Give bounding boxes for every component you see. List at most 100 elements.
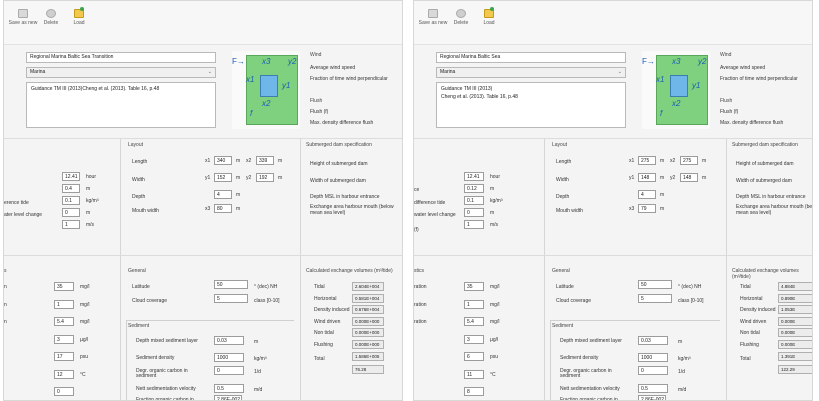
water-quality-input[interactable]: 11: [464, 369, 484, 379]
calc-output: 2.604E+004: [352, 282, 384, 291]
layout-unit: m: [660, 175, 665, 181]
delete-button[interactable]: Delete: [446, 1, 476, 31]
delete-icon: [456, 9, 466, 18]
water-quality-input[interactable]: 0: [54, 387, 74, 396]
cloud-label: Cloud coverage: [556, 298, 592, 304]
flush-header: Flush: [310, 98, 323, 104]
save-button[interactable]: Save as new: [418, 1, 448, 31]
layout-unit: m: [702, 158, 707, 164]
tide-input[interactable]: 0.1: [62, 196, 80, 205]
water-quality-input[interactable]: 17: [54, 352, 74, 361]
latitude-input[interactable]: 50: [638, 280, 672, 289]
save-button[interactable]: Save as new: [8, 1, 38, 31]
layout-x2-input[interactable]: 275: [680, 156, 698, 165]
reference-textarea[interactable]: Guidance TM III (2013)Cheng et al. (2013…: [26, 82, 216, 128]
layout-x3-input[interactable]: 79: [638, 204, 656, 213]
tide-label: ater level change: [4, 212, 43, 218]
cloud-unit: class [0-10]: [678, 298, 704, 304]
type-select[interactable]: Marina ⌄: [26, 67, 216, 78]
flush-item: Max. density difference flush: [310, 120, 374, 126]
sediment-input[interactable]: 1000: [638, 353, 668, 362]
sediment-input[interactable]: 1000: [214, 353, 244, 362]
layout-y2-input[interactable]: 192: [256, 173, 274, 182]
tide-input[interactable]: 12.41: [464, 172, 484, 181]
cloud-input[interactable]: 5: [638, 294, 672, 303]
sediment-input[interactable]: 2.86E-002: [214, 395, 242, 400]
load-button[interactable]: Load: [474, 1, 504, 31]
layout-x1-input[interactable]: 275: [638, 156, 656, 165]
tide-input[interactable]: 0.4: [62, 184, 80, 193]
water-quality-input[interactable]: 12: [54, 369, 74, 379]
tide-input[interactable]: 0: [464, 208, 484, 217]
save-label: Save as new: [418, 20, 448, 26]
folder-icon: [484, 7, 494, 18]
submerged-header: Submerged dam specification: [306, 142, 372, 148]
diagram-x2: x2: [672, 99, 681, 108]
cloud-input[interactable]: 5: [214, 294, 248, 303]
tide-input[interactable]: 1: [62, 220, 80, 229]
water-quality-input[interactable]: 3: [464, 334, 484, 344]
layout-y1-input[interactable]: 152: [214, 173, 232, 182]
tide-input[interactable]: 0.1: [464, 196, 484, 205]
water-quality-input[interactable]: 8: [464, 387, 484, 396]
water-quality-input[interactable]: 5.4: [54, 317, 74, 326]
sediment-label: Depth mixed sediment layer: [136, 338, 198, 344]
diagram-y1: y1: [692, 81, 701, 90]
sediment-input[interactable]: 0.03: [214, 336, 244, 345]
latitude-input[interactable]: 50: [214, 280, 248, 289]
layout-depth-input[interactable]: 4: [214, 190, 232, 199]
diagram-x1: x1: [656, 75, 665, 84]
layout-x3-input[interactable]: 80: [214, 204, 232, 213]
sediment-unit: m: [678, 339, 683, 345]
water-quality-input[interactable]: 3: [54, 334, 74, 344]
tide-input[interactable]: 0.12: [464, 184, 484, 193]
layout-y2-input[interactable]: 148: [680, 173, 698, 182]
sediment-unit: m/d: [678, 387, 687, 393]
calc-output: 4.884E: [778, 282, 812, 291]
scenario-title-input[interactable]: Regional Marina Baltic Sea Transition: [26, 52, 216, 63]
toolbar: Save as new Delete Load: [414, 1, 812, 45]
reference-line: Guidance TM III (2013)Cheng et al. (2013…: [31, 86, 160, 92]
submerged-item: Exchange area harbour mouth (below mean …: [310, 204, 394, 216]
tide-input[interactable]: 1: [464, 220, 484, 229]
water-quality-input[interactable]: 5.4: [464, 317, 484, 326]
load-button[interactable]: Load: [64, 1, 94, 31]
flush-header: Flush: [720, 98, 733, 104]
water-quality-input[interactable]: 35: [464, 282, 484, 291]
layout-header: Layout: [128, 142, 144, 148]
water-quality-input[interactable]: 6: [464, 352, 484, 361]
tide-unit: m: [490, 210, 495, 216]
layout-x1-input[interactable]: 340: [214, 156, 232, 165]
layout-unit: m: [660, 206, 665, 212]
layout-depth-input[interactable]: 4: [638, 190, 656, 199]
type-select[interactable]: Marina ⌄: [436, 67, 626, 78]
scenario-title-input[interactable]: Regional Marina Baltic Sea: [436, 52, 626, 63]
flush-item: Flush (f): [720, 109, 739, 115]
right-window: Save as new Delete Load Regional Marina Bal…: [413, 0, 813, 401]
tide-input[interactable]: 12.41: [62, 172, 80, 181]
calc-total-output: 1.391E: [778, 352, 812, 361]
water-quality-input[interactable]: 35: [54, 282, 74, 291]
chevron-down-icon: ⌄: [207, 69, 212, 75]
layout-y1-input[interactable]: 148: [638, 173, 656, 182]
delete-button[interactable]: Delete: [36, 1, 66, 31]
water-quality-unit: °C: [490, 371, 496, 378]
sediment-input[interactable]: 2.86E-002: [638, 395, 666, 400]
layout-length-label: Length: [132, 159, 148, 165]
sediment-input[interactable]: 0: [214, 366, 244, 375]
sediment-input[interactable]: 0.5: [638, 384, 668, 393]
layout-tag-x1: x1: [205, 158, 211, 164]
sediment-input[interactable]: 0.5: [214, 384, 244, 393]
wind-header: Wind: [310, 52, 322, 58]
sediment-input[interactable]: 0: [638, 366, 668, 375]
sediment-input[interactable]: 0.03: [638, 336, 668, 345]
water-quality-input[interactable]: 1: [464, 299, 484, 309]
calc-output: 0.581E+004: [352, 293, 384, 303]
top-divider: [414, 138, 812, 139]
layout-x2-input[interactable]: 339: [256, 156, 274, 165]
water-quality-input[interactable]: 1: [54, 299, 74, 309]
harbour-inner: [670, 75, 688, 97]
reference-textarea[interactable]: Guidance TM III (2013)Cheng et al. (2013…: [436, 82, 626, 128]
layout-unit: m: [660, 192, 665, 198]
tide-input[interactable]: 0: [62, 208, 80, 217]
